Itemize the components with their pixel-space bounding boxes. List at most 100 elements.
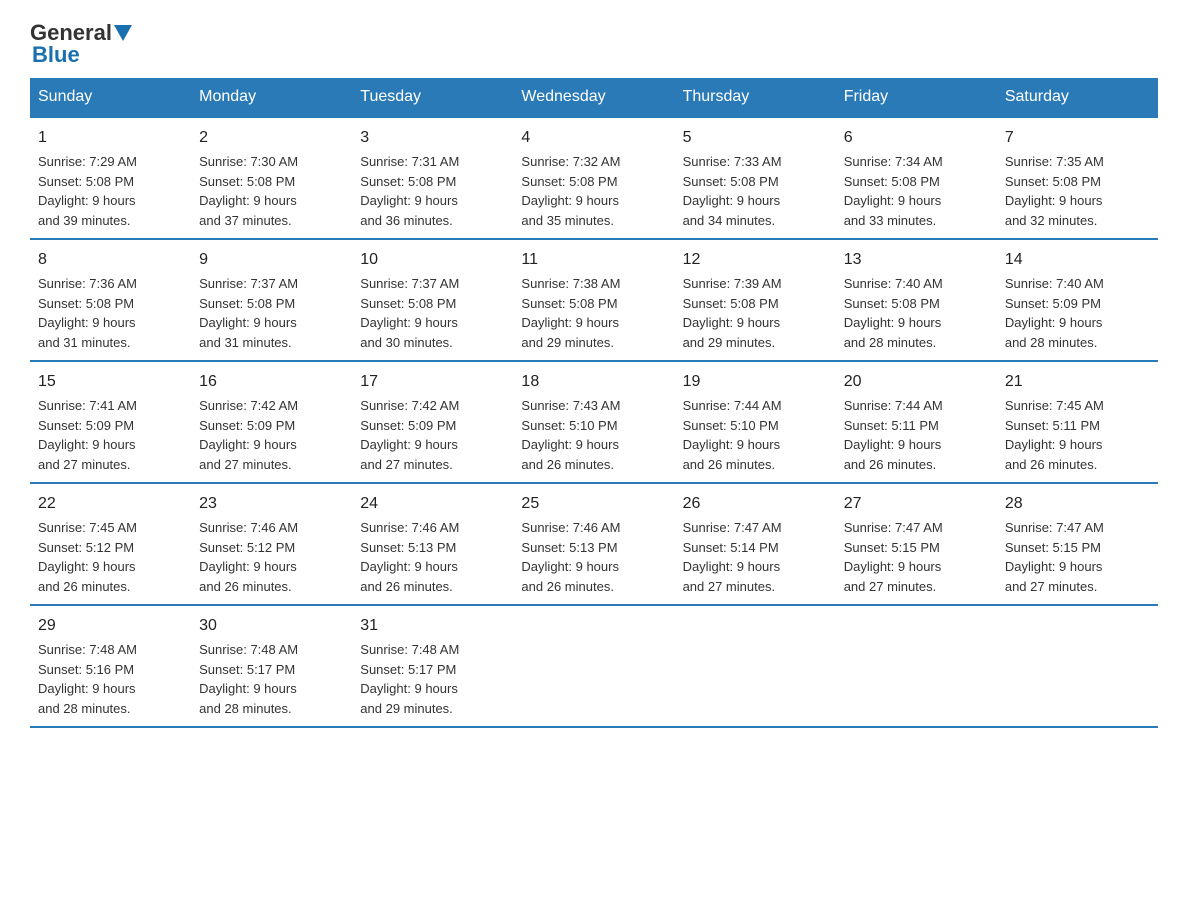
day-number: 6 — [844, 126, 989, 150]
calendar-cell: 9 Sunrise: 7:37 AMSunset: 5:08 PMDaylight… — [191, 239, 352, 361]
col-header-monday: Monday — [191, 78, 352, 117]
calendar-week-row: 22Sunrise: 7:45 AMSunset: 5:12 PMDayligh… — [30, 483, 1158, 605]
day-number: 13 — [844, 248, 989, 272]
day-number: 22 — [38, 492, 183, 516]
day-number: 16 — [199, 370, 344, 394]
calendar-cell: 25Sunrise: 7:46 AMSunset: 5:13 PMDayligh… — [513, 483, 674, 605]
day-number: 29 — [38, 614, 183, 638]
calendar-cell: 17 Sunrise: 7:42 AMSunset: 5:09 PMDayligh… — [352, 361, 513, 483]
calendar-cell — [675, 605, 836, 727]
logo-text-blue: Blue — [32, 42, 80, 68]
day-number: 8 — [38, 248, 183, 272]
sunrise-info: Sunrise: 7:46 AMSunset: 5:13 PMDaylight:… — [521, 520, 620, 594]
sunrise-info: Sunrise: 7:41 AMSunset: 5:09 PMDaylight:… — [38, 398, 137, 472]
day-number: 23 — [199, 492, 344, 516]
logo-triangle-icon — [114, 25, 132, 43]
sunrise-info: Sunrise: 7:37 AMSunset: 5:08 PMDaylight:… — [199, 276, 298, 350]
calendar-cell: 31 Sunrise: 7:48 AMSunset: 5:17 PMDayligh… — [352, 605, 513, 727]
col-header-friday: Friday — [836, 78, 997, 117]
day-number: 14 — [1005, 248, 1150, 272]
logo: General Blue — [30, 20, 132, 68]
calendar-cell: 24Sunrise: 7:46 AMSunset: 5:13 PMDayligh… — [352, 483, 513, 605]
sunrise-info: Sunrise: 7:33 AMSunset: 5:08 PMDaylight:… — [683, 154, 782, 228]
sunrise-info: Sunrise: 7:42 AMSunset: 5:09 PMDaylight:… — [199, 398, 298, 472]
calendar-cell: 16 Sunrise: 7:42 AMSunset: 5:09 PMDayligh… — [191, 361, 352, 483]
sunrise-info: Sunrise: 7:32 AMSunset: 5:08 PMDaylight:… — [521, 154, 620, 228]
sunrise-info: Sunrise: 7:46 AMSunset: 5:12 PMDaylight:… — [199, 520, 298, 594]
calendar-cell — [513, 605, 674, 727]
day-number: 31 — [360, 614, 505, 638]
calendar-cell: 28Sunrise: 7:47 AMSunset: 5:15 PMDayligh… — [997, 483, 1158, 605]
sunrise-info: Sunrise: 7:38 AMSunset: 5:08 PMDaylight:… — [521, 276, 620, 350]
calendar-cell: 2 Sunrise: 7:30 AMSunset: 5:08 PMDaylight… — [191, 117, 352, 239]
sunrise-info: Sunrise: 7:48 AMSunset: 5:16 PMDaylight:… — [38, 642, 137, 716]
sunrise-info: Sunrise: 7:40 AMSunset: 5:09 PMDaylight:… — [1005, 276, 1104, 350]
day-number: 18 — [521, 370, 666, 394]
calendar-cell: 30 Sunrise: 7:48 AMSunset: 5:17 PMDayligh… — [191, 605, 352, 727]
col-header-tuesday: Tuesday — [352, 78, 513, 117]
page-header: General Blue — [30, 20, 1158, 68]
sunrise-info: Sunrise: 7:44 AMSunset: 5:11 PMDaylight:… — [844, 398, 943, 472]
day-number: 21 — [1005, 370, 1150, 394]
day-number: 1 — [38, 126, 183, 150]
day-number: 15 — [38, 370, 183, 394]
calendar-cell: 19 Sunrise: 7:44 AMSunset: 5:10 PMDayligh… — [675, 361, 836, 483]
calendar-cell: 21 Sunrise: 7:45 AMSunset: 5:11 PMDayligh… — [997, 361, 1158, 483]
calendar-cell: 27 Sunrise: 7:47 AMSunset: 5:15 PMDayligh… — [836, 483, 997, 605]
sunrise-info: Sunrise: 7:29 AMSunset: 5:08 PMDaylight:… — [38, 154, 137, 228]
calendar-cell: 8 Sunrise: 7:36 AMSunset: 5:08 PMDaylight… — [30, 239, 191, 361]
calendar-week-row: 8 Sunrise: 7:36 AMSunset: 5:08 PMDaylight… — [30, 239, 1158, 361]
sunrise-info: Sunrise: 7:45 AMSunset: 5:11 PMDaylight:… — [1005, 398, 1104, 472]
calendar-cell: 11 Sunrise: 7:38 AMSunset: 5:08 PMDayligh… — [513, 239, 674, 361]
calendar-cell: 20 Sunrise: 7:44 AMSunset: 5:11 PMDayligh… — [836, 361, 997, 483]
calendar-cell: 1 Sunrise: 7:29 AMSunset: 5:08 PMDaylight… — [30, 117, 191, 239]
sunrise-info: Sunrise: 7:36 AMSunset: 5:08 PMDaylight:… — [38, 276, 137, 350]
day-number: 3 — [360, 126, 505, 150]
calendar-cell: 13Sunrise: 7:40 AMSunset: 5:08 PMDayligh… — [836, 239, 997, 361]
sunrise-info: Sunrise: 7:44 AMSunset: 5:10 PMDaylight:… — [683, 398, 782, 472]
calendar-cell: 12Sunrise: 7:39 AMSunset: 5:08 PMDayligh… — [675, 239, 836, 361]
col-header-saturday: Saturday — [997, 78, 1158, 117]
calendar-cell — [997, 605, 1158, 727]
calendar-cell: 3Sunrise: 7:31 AMSunset: 5:08 PMDaylight… — [352, 117, 513, 239]
day-number: 5 — [683, 126, 828, 150]
calendar-cell: 22Sunrise: 7:45 AMSunset: 5:12 PMDayligh… — [30, 483, 191, 605]
calendar-cell: 4 Sunrise: 7:32 AMSunset: 5:08 PMDaylight… — [513, 117, 674, 239]
sunrise-info: Sunrise: 7:39 AMSunset: 5:08 PMDaylight:… — [683, 276, 782, 350]
calendar-table: SundayMondayTuesdayWednesdayThursdayFrid… — [30, 78, 1158, 728]
day-number: 24 — [360, 492, 505, 516]
calendar-cell: 14 Sunrise: 7:40 AMSunset: 5:09 PMDayligh… — [997, 239, 1158, 361]
col-header-thursday: Thursday — [675, 78, 836, 117]
sunrise-info: Sunrise: 7:37 AMSunset: 5:08 PMDaylight:… — [360, 276, 459, 350]
sunrise-info: Sunrise: 7:35 AMSunset: 5:08 PMDaylight:… — [1005, 154, 1104, 228]
calendar-header-row: SundayMondayTuesdayWednesdayThursdayFrid… — [30, 78, 1158, 117]
day-number: 2 — [199, 126, 344, 150]
day-number: 26 — [683, 492, 828, 516]
calendar-cell: 15 Sunrise: 7:41 AMSunset: 5:09 PMDayligh… — [30, 361, 191, 483]
day-number: 11 — [521, 248, 666, 272]
calendar-cell: 5 Sunrise: 7:33 AMSunset: 5:08 PMDaylight… — [675, 117, 836, 239]
day-number: 27 — [844, 492, 989, 516]
calendar-cell: 10 Sunrise: 7:37 AMSunset: 5:08 PMDayligh… — [352, 239, 513, 361]
day-number: 4 — [521, 126, 666, 150]
calendar-cell: 6Sunrise: 7:34 AMSunset: 5:08 PMDaylight… — [836, 117, 997, 239]
sunrise-info: Sunrise: 7:47 AMSunset: 5:15 PMDaylight:… — [844, 520, 943, 594]
sunrise-info: Sunrise: 7:42 AMSunset: 5:09 PMDaylight:… — [360, 398, 459, 472]
day-number: 28 — [1005, 492, 1150, 516]
day-number: 9 — [199, 248, 344, 272]
calendar-week-row: 29 Sunrise: 7:48 AMSunset: 5:16 PMDayligh… — [30, 605, 1158, 727]
day-number: 17 — [360, 370, 505, 394]
col-header-wednesday: Wednesday — [513, 78, 674, 117]
sunrise-info: Sunrise: 7:48 AMSunset: 5:17 PMDaylight:… — [360, 642, 459, 716]
calendar-week-row: 1 Sunrise: 7:29 AMSunset: 5:08 PMDaylight… — [30, 117, 1158, 239]
calendar-cell — [836, 605, 997, 727]
day-number: 30 — [199, 614, 344, 638]
day-number: 10 — [360, 248, 505, 272]
sunrise-info: Sunrise: 7:48 AMSunset: 5:17 PMDaylight:… — [199, 642, 298, 716]
day-number: 20 — [844, 370, 989, 394]
calendar-week-row: 15 Sunrise: 7:41 AMSunset: 5:09 PMDayligh… — [30, 361, 1158, 483]
calendar-cell: 18 Sunrise: 7:43 AMSunset: 5:10 PMDayligh… — [513, 361, 674, 483]
sunrise-info: Sunrise: 7:30 AMSunset: 5:08 PMDaylight:… — [199, 154, 298, 228]
sunrise-info: Sunrise: 7:43 AMSunset: 5:10 PMDaylight:… — [521, 398, 620, 472]
day-number: 19 — [683, 370, 828, 394]
